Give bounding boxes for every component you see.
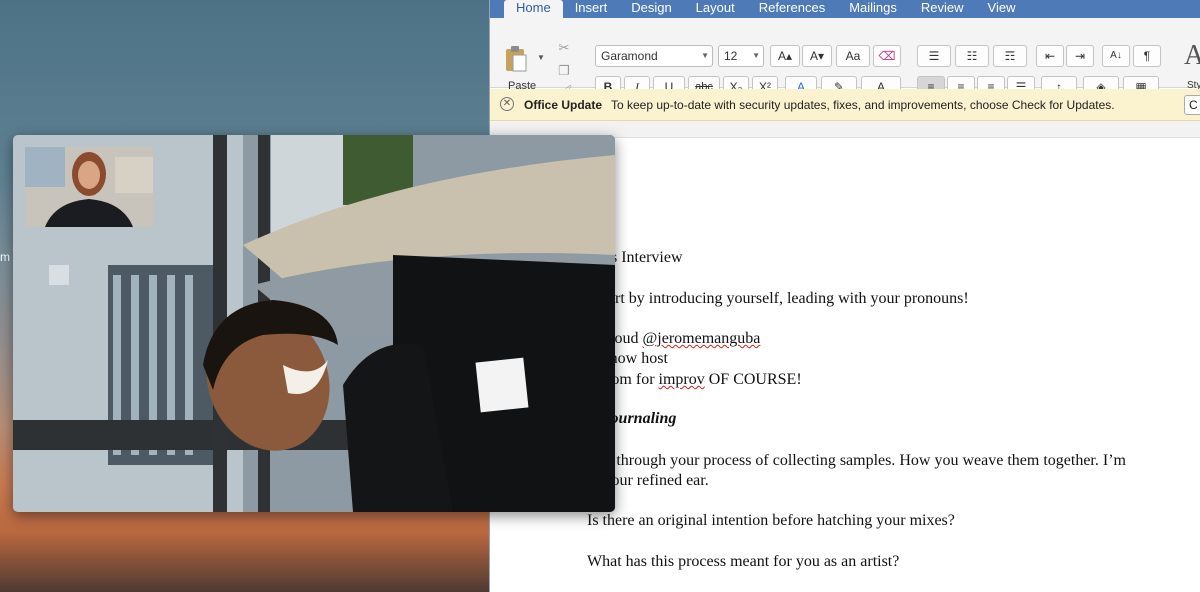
- styles-icon[interactable]: A: [1184, 40, 1200, 72]
- cut-icon[interactable]: ✂: [556, 40, 572, 56]
- check-for-updates-button[interactable]: C: [1184, 95, 1200, 115]
- doc-line: s start by introducing yourself, leading…: [587, 290, 969, 307]
- ribbon-tab-bar: Home Insert Design Layout References Mai…: [490, 0, 1200, 18]
- bullets-button[interactable]: ☰: [917, 45, 951, 67]
- bullet-list-icon: ☰: [928, 49, 940, 63]
- doc-line: Is there an original intention before ha…: [587, 512, 955, 529]
- doc-line: e room for improv OF COURSE!: [587, 371, 802, 389]
- multilevel-list-icon: ☶: [1004, 49, 1016, 63]
- tab-insert[interactable]: Insert: [563, 0, 620, 18]
- tab-design[interactable]: Design: [619, 0, 683, 18]
- font-name-select[interactable]: Garamond ▼: [595, 45, 713, 67]
- chevron-down-icon: ▼: [701, 51, 709, 60]
- eraser-icon: ⌫: [878, 49, 896, 63]
- tab-home[interactable]: Home: [504, 0, 563, 18]
- doc-text: OF COURSE!: [704, 371, 802, 388]
- tab-references[interactable]: References: [747, 0, 837, 18]
- update-message: To keep up-to-date with security updates…: [611, 98, 1115, 112]
- doc-line: What has this process meant for you as a…: [587, 553, 900, 570]
- numbering-button[interactable]: ☷: [955, 45, 989, 67]
- outdent-icon: ⇤: [1044, 49, 1056, 63]
- paste-options-chevron-icon[interactable]: ▼: [537, 53, 545, 62]
- font-size-select[interactable]: 12 ▼: [718, 45, 764, 67]
- show-marks-button[interactable]: ¶: [1133, 45, 1161, 67]
- clear-formatting-button[interactable]: ⌫: [873, 45, 901, 67]
- increase-indent-button[interactable]: ⇥: [1066, 45, 1094, 67]
- tab-review[interactable]: Review: [909, 0, 976, 18]
- misspelled-word: improv: [658, 371, 705, 388]
- tab-mailings[interactable]: Mailings: [837, 0, 909, 18]
- decrease-indent-button[interactable]: ⇤: [1036, 45, 1064, 67]
- sort-button[interactable]: A↓: [1102, 45, 1130, 67]
- paste-icon[interactable]: [504, 45, 528, 73]
- office-update-bar: ✕ Office Update To keep up-to-date with …: [490, 89, 1200, 121]
- copy-icon[interactable]: ❐: [556, 63, 572, 79]
- doc-line: e us through your process of collecting …: [587, 452, 1126, 469]
- font-name-value: Garamond: [601, 49, 658, 63]
- self-view-video: [25, 147, 153, 227]
- tab-layout[interactable]: Layout: [684, 0, 747, 18]
- tab-view[interactable]: View: [976, 0, 1028, 18]
- update-title: Office Update: [524, 98, 603, 112]
- home-ribbon: ▼ Paste ✂ ❐ 🖌 Garamond▼ 12▼ A▴ A▾ Aa ⌫ B…: [490, 18, 1200, 99]
- chevron-down-icon: ▼: [752, 51, 760, 60]
- font-size-value: 12: [724, 49, 738, 63]
- video-call-window[interactable]: [13, 135, 615, 512]
- change-case-button[interactable]: Aa: [836, 45, 870, 67]
- misspelled-word: @jeromemanguba: [642, 330, 761, 347]
- shrink-font-button[interactable]: A▾: [802, 45, 832, 67]
- numbered-list-icon: ☷: [966, 49, 978, 63]
- indent-icon: ⇥: [1074, 49, 1086, 63]
- grow-font-button[interactable]: A▴: [770, 45, 800, 67]
- desktop-edge-label: m: [0, 250, 10, 264]
- multilevel-list-button[interactable]: ☶: [993, 45, 1027, 67]
- close-icon[interactable]: ✕: [500, 97, 514, 111]
